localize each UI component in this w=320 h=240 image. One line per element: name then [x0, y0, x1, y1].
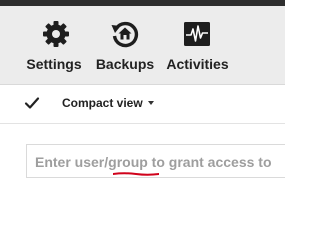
compact-view-label: Compact view — [62, 96, 143, 110]
backup-restore-icon — [111, 21, 139, 48]
backups-button[interactable]: Backups — [94, 6, 156, 84]
share-settings-panel: Settings Backups Activities Compact view — [0, 0, 285, 201]
view-options-bar: Compact view — [0, 85, 285, 123]
grant-access-input[interactable] — [35, 152, 285, 172]
activities-label: Activities — [166, 56, 229, 72]
backups-label: Backups — [95, 56, 155, 72]
caret-down-icon — [147, 100, 154, 105]
section-divider — [0, 123, 285, 124]
compact-view-dropdown[interactable]: Compact view — [62, 96, 154, 110]
checkmark-icon[interactable] — [24, 95, 40, 111]
activity-monitor-icon — [184, 22, 210, 46]
spellcheck-underline — [113, 172, 159, 176]
settings-label: Settings — [26, 56, 82, 72]
main-toolbar: Settings Backups Activities — [0, 6, 285, 84]
activities-button[interactable]: Activities — [163, 6, 232, 84]
gear-icon — [43, 21, 69, 47]
settings-button[interactable]: Settings — [24, 6, 84, 84]
